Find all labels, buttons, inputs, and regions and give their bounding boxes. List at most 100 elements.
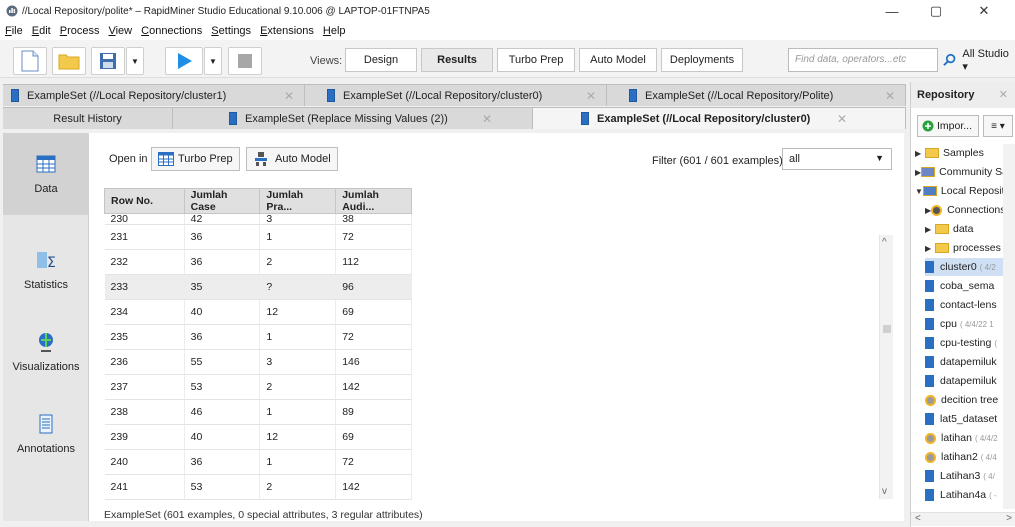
table-row[interactable]: 238 46 1 89 — [104, 399, 412, 425]
menu-help[interactable]: Help — [323, 25, 346, 37]
tab-exampleset-replace-missing[interactable]: ExampleSet (Replace Missing Values (2)) … — [173, 107, 533, 129]
repository-item-meta: ( 4/ — [983, 471, 995, 481]
repository-item[interactable]: latihan( 4/4/2 — [925, 429, 1005, 447]
column-header-row-no[interactable]: Row No. — [104, 188, 185, 214]
run-process-button[interactable] — [165, 47, 203, 75]
repository-item[interactable]: ▶ Samples — [915, 144, 1005, 162]
repository-item[interactable]: ▶ Community Sar — [915, 163, 1012, 181]
repository-item[interactable]: ▶ data — [925, 220, 1005, 238]
run-options-dropdown[interactable]: ▼ — [204, 47, 222, 75]
repository-item[interactable]: Latihan3( 4/ — [925, 467, 1005, 485]
global-search-input[interactable]: Find data, operators...etc — [788, 48, 938, 72]
exampleset-icon — [925, 318, 934, 330]
table-row[interactable]: 241 53 2 142 — [104, 474, 412, 500]
repository-item-label: Community Sar — [939, 166, 1012, 178]
repository-item[interactable]: Latihan4a( - — [925, 486, 1005, 504]
search-scope-button[interactable]: All Studio ▾ — [941, 48, 1015, 73]
close-icon[interactable]: ✕ — [482, 112, 492, 126]
column-header-jumlah-case[interactable]: Jumlah Case — [183, 188, 261, 214]
menu-extensions[interactable]: Extensions — [260, 25, 314, 37]
expand-caret-right-icon[interactable]: ▶ — [915, 149, 925, 158]
close-icon[interactable]: ✕ — [837, 112, 847, 126]
table-row[interactable]: 242 36 1 72 — [104, 499, 412, 500]
repository-item[interactable]: cpu( 4/4/22 1 — [925, 315, 1005, 333]
repository-item[interactable]: latihan2( 4/4 — [925, 448, 1005, 466]
menu-file[interactable]: File — [5, 25, 23, 37]
repository-item[interactable]: decition tree — [925, 391, 1005, 409]
tab-result-history[interactable]: Result History — [3, 107, 173, 129]
table-row[interactable]: 232 36 2 112 — [104, 249, 412, 275]
repository-horizontal-scrollbar[interactable]: < > — [911, 512, 1015, 526]
maximize-button[interactable]: ▢ — [914, 0, 958, 22]
open-in-auto-model-button[interactable]: Auto Model — [246, 147, 338, 171]
tab-exampleset-polite[interactable]: ExampleSet (//Local Repository/Polite) ✕ — [607, 84, 906, 106]
table-row[interactable]: 239 40 12 69 — [104, 424, 412, 450]
tab-exampleset-cluster1[interactable]: ExampleSet (//Local Repository/cluster1)… — [3, 84, 305, 106]
table-row[interactable]: 235 36 1 72 — [104, 324, 412, 350]
repository-item[interactable]: datapemiluk — [925, 353, 1005, 371]
expand-caret-right-icon[interactable]: ▶ — [925, 244, 935, 253]
table-row[interactable]: 240 36 1 72 — [104, 449, 412, 475]
expand-caret-down-icon[interactable]: ▼ — [915, 187, 923, 196]
expand-caret-right-icon[interactable]: ▶ — [925, 225, 935, 234]
view-tab-auto-model[interactable]: Auto Model — [579, 48, 657, 72]
sidebar-item-annotations[interactable]: Annotations — [3, 393, 89, 475]
view-tab-design[interactable]: Design — [345, 48, 417, 72]
chevron-left-icon[interactable]: < — [915, 513, 921, 524]
repository-menu-button[interactable]: ≡ ▾ — [983, 115, 1013, 137]
view-tab-results[interactable]: Results — [421, 48, 493, 72]
menu-connections[interactable]: Connections — [141, 25, 202, 37]
close-window-button[interactable]: ✕ — [962, 0, 1006, 22]
open-in-turbo-prep-button[interactable]: Turbo Prep — [151, 147, 240, 171]
view-tab-deployments[interactable]: Deployments — [661, 48, 743, 72]
repository-item[interactable]: lat5_dataset — [925, 410, 1005, 428]
repository-item[interactable]: contact-lens — [925, 296, 1005, 314]
repository-item[interactable]: datapemiluk — [925, 372, 1005, 390]
column-header-jumlah-audi[interactable]: Jumlah Audi... — [335, 188, 412, 214]
new-process-button[interactable] — [13, 47, 47, 75]
tab-exampleset-cluster0-a[interactable]: ExampleSet (//Local Repository/cluster0)… — [305, 84, 607, 106]
save-options-dropdown[interactable]: ▼ — [126, 47, 144, 75]
sidebar-item-statistics[interactable]: Σ Statistics — [3, 229, 89, 311]
menu-edit[interactable]: Edit — [32, 25, 51, 37]
sidebar-item-data[interactable]: Data — [3, 133, 89, 215]
minimize-button[interactable]: — — [870, 0, 914, 22]
close-icon[interactable]: ✕ — [586, 89, 596, 103]
repository-vertical-scrollbar[interactable] — [1003, 144, 1015, 509]
repository-item[interactable]: coba_sema — [925, 277, 1005, 295]
stop-process-button[interactable] — [228, 47, 262, 75]
open-process-button[interactable] — [52, 47, 86, 75]
table-row[interactable]: 231 36 1 72 — [104, 224, 412, 250]
table-vertical-scrollbar[interactable]: ^ v — [879, 235, 893, 499]
chevron-down-icon[interactable]: v — [882, 486, 887, 497]
tab-exampleset-cluster0-active[interactable]: ExampleSet (//Local Repository/cluster0)… — [533, 107, 906, 129]
scrollbar-thumb[interactable] — [883, 325, 891, 333]
close-icon[interactable]: ✕ — [999, 88, 1008, 101]
menu-settings[interactable]: Settings — [211, 25, 251, 37]
repository-item[interactable]: cpu-testing( — [925, 334, 1005, 352]
sidebar-item-visualizations[interactable]: Visualizations — [3, 311, 89, 393]
local-repository-icon — [922, 186, 937, 196]
table-row[interactable]: 236 55 3 146 — [104, 349, 412, 375]
view-tab-turbo-prep[interactable]: Turbo Prep — [497, 48, 575, 72]
menu-view[interactable]: View — [108, 25, 132, 37]
close-icon[interactable]: ✕ — [885, 89, 895, 103]
table-row[interactable]: 237 53 2 142 — [104, 374, 412, 400]
exampleset-icon — [925, 489, 934, 501]
repository-item[interactable]: ▶ Connections — [925, 201, 1006, 219]
chevron-up-icon[interactable]: ^ — [882, 237, 887, 248]
repository-item[interactable]: ▼ Local Reposito — [915, 182, 1010, 200]
table-row[interactable]: 233 35 ? 96 — [104, 274, 412, 300]
import-data-button[interactable]: Impor... — [917, 115, 979, 137]
column-header-jumlah-pra[interactable]: Jumlah Pra... — [259, 188, 337, 214]
menu-process[interactable]: Process — [60, 25, 100, 37]
filter-select[interactable]: all ▼ — [782, 148, 892, 170]
table-row[interactable]: 230 42 3 38 — [104, 213, 412, 225]
save-process-button[interactable] — [91, 47, 125, 75]
repository-item[interactable]: cluster0( 4/2 — [925, 258, 1005, 276]
repository-item[interactable]: ▶ processes — [925, 239, 1005, 257]
close-icon[interactable]: ✕ — [284, 89, 294, 103]
repository-item-label: lat5_dataset — [940, 413, 998, 425]
chevron-right-icon[interactable]: > — [1006, 513, 1012, 524]
table-row[interactable]: 234 40 12 69 — [104, 299, 412, 325]
